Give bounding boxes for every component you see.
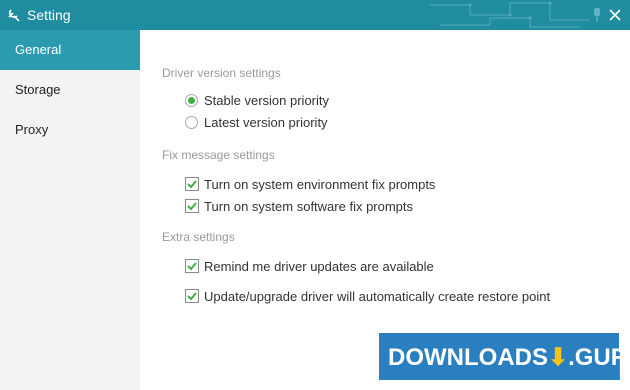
checkbox-checked[interactable] bbox=[185, 177, 199, 191]
title-bar: Setting bbox=[0, 0, 630, 30]
sidebar-item-label: Proxy bbox=[15, 122, 49, 137]
checkbox-checked[interactable] bbox=[185, 259, 199, 273]
radio-label: Stable version priority bbox=[204, 93, 329, 108]
sidebar-item-proxy[interactable]: Proxy bbox=[0, 110, 140, 150]
sidebar: General Storage Proxy bbox=[0, 30, 140, 390]
checkmark-icon bbox=[187, 180, 197, 189]
watermark-text-right: .GURU bbox=[568, 344, 630, 371]
section-title-fix-message: Fix message settings bbox=[162, 148, 275, 162]
sidebar-item-label: General bbox=[15, 42, 62, 57]
radio-button-selected[interactable] bbox=[185, 94, 198, 107]
radio-label: Latest version priority bbox=[204, 115, 328, 130]
checkbox-label: Turn on system environment fix prompts bbox=[204, 177, 436, 192]
sidebar-item-label: Storage bbox=[15, 82, 61, 97]
window-title: Setting bbox=[27, 7, 71, 23]
section-title-extra: Extra settings bbox=[162, 230, 235, 244]
checkbox-label: Turn on system software fix prompts bbox=[204, 199, 414, 214]
checkmark-icon bbox=[187, 262, 197, 271]
sidebar-item-storage[interactable]: Storage bbox=[0, 70, 140, 110]
checkbox-label: Update/upgrade driver will automatically… bbox=[204, 289, 551, 304]
radio-button[interactable] bbox=[185, 116, 198, 129]
checkbox-checked[interactable] bbox=[185, 289, 199, 303]
pin-icon[interactable] bbox=[592, 7, 602, 23]
checkbox-label: Remind me driver updates are available bbox=[204, 259, 434, 274]
settings-wrench-icon bbox=[8, 9, 20, 22]
checkbox-checked[interactable] bbox=[185, 199, 199, 213]
watermark-arrow-icon: ⬇ bbox=[547, 344, 569, 371]
circuit-pattern-decoration bbox=[430, 1, 590, 28]
watermark-text: DOWNLOADS⬇.GURU bbox=[388, 343, 630, 372]
sidebar-item-general[interactable]: General bbox=[0, 30, 140, 70]
watermark-text-left: DOWNLOADS bbox=[388, 344, 548, 371]
checkmark-icon bbox=[187, 292, 197, 301]
close-icon[interactable] bbox=[608, 8, 622, 22]
checkmark-icon bbox=[187, 202, 197, 211]
section-title-driver-version: Driver version settings bbox=[162, 66, 281, 80]
